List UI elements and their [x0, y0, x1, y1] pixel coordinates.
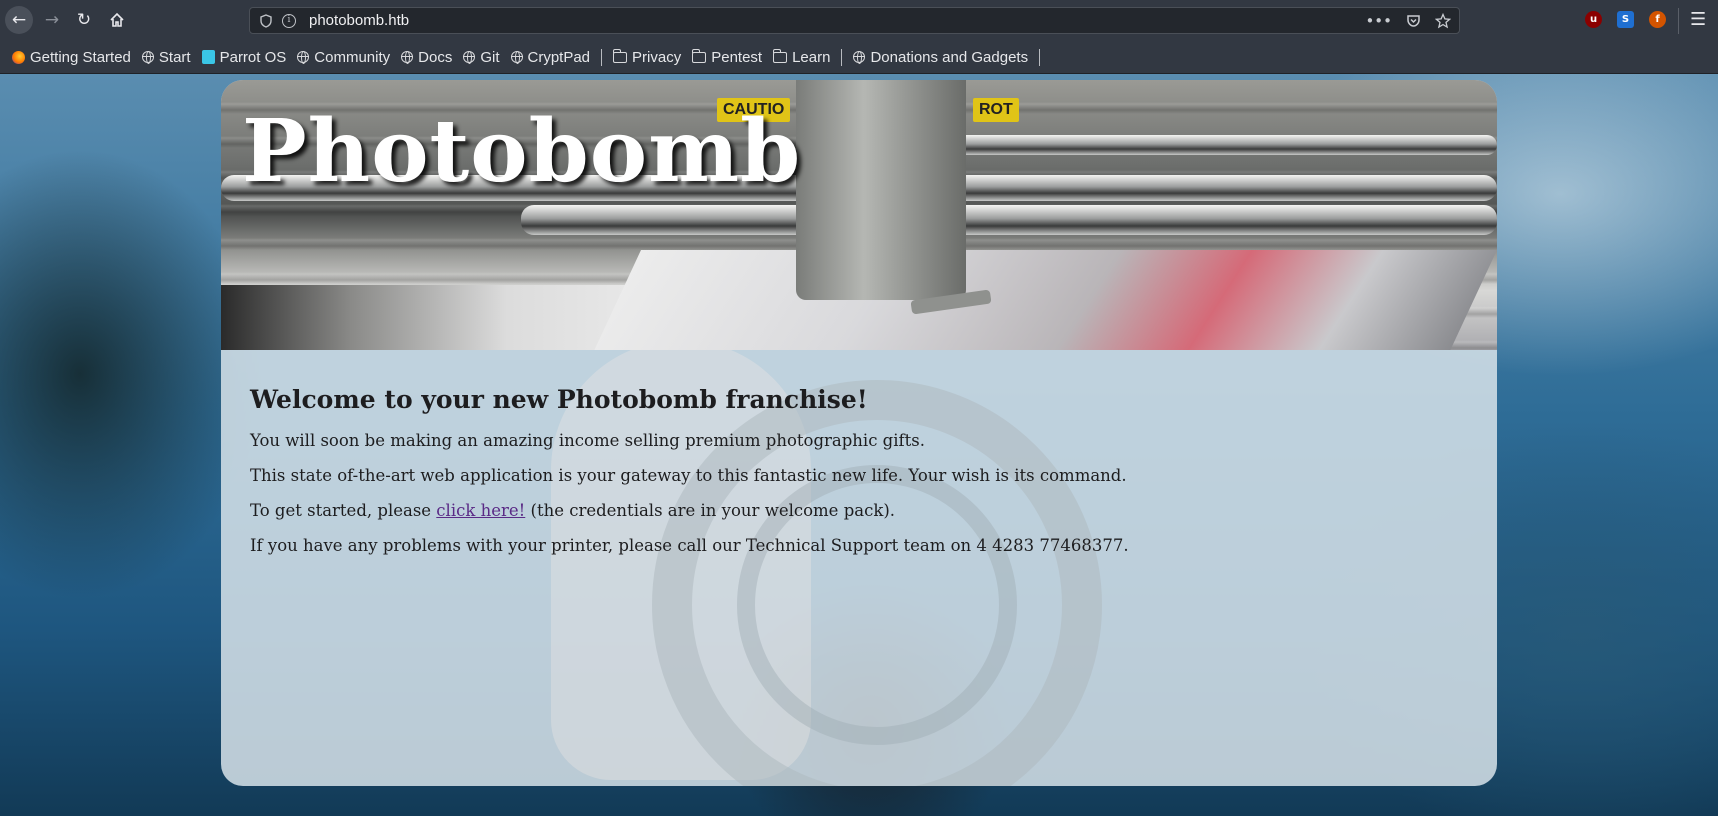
firefox-icon	[12, 50, 25, 64]
gateway-paragraph: This state of-the-art web application is…	[250, 466, 1127, 485]
bookmark-label: Donations and Gadgets	[870, 48, 1029, 66]
support-paragraph: If you have any problems with your print…	[250, 536, 1129, 555]
globe-icon	[510, 51, 523, 64]
bookmark-separator	[841, 48, 843, 66]
folder-icon	[613, 48, 628, 63]
page-actions: •••	[1365, 8, 1451, 33]
tracking-shield-icon[interactable]	[259, 13, 273, 28]
forward-button[interactable]: →	[38, 6, 66, 34]
bookmark-label: Learn	[792, 48, 831, 66]
bookmark-label: CryptPad	[527, 48, 591, 66]
main-card: CAUTIO ROT Photobomb Welcome to your new…	[221, 80, 1497, 786]
globe-icon	[853, 51, 866, 64]
globe-icon	[297, 51, 310, 64]
home-icon	[110, 12, 124, 27]
url-text[interactable]: photobomb.htb	[309, 12, 409, 29]
bookmark-folder-pentest[interactable]: Pentest	[692, 48, 763, 66]
hamburger-menu-icon[interactable]: ☰	[1690, 10, 1706, 30]
intro-paragraph: You will soon be making an amazing incom…	[250, 431, 925, 450]
bookmark-label: Docs	[418, 48, 453, 66]
parrot-icon	[201, 50, 215, 64]
folder-icon	[692, 48, 707, 63]
click-here-link[interactable]: click here!	[436, 501, 525, 520]
bookmark-start[interactable]: Start	[141, 48, 191, 66]
address-bar[interactable]: i photobomb.htb •••	[249, 7, 1460, 34]
bookmark-star-icon[interactable]	[1435, 12, 1451, 29]
foxyproxy-icon[interactable]: f	[1649, 11, 1666, 28]
bookmark-label: Pentest	[711, 48, 763, 66]
ublock-origin-icon[interactable]: u	[1585, 11, 1602, 28]
browser-toolbar: ← → ↻ i photobomb.htb ••• u S f ☰	[0, 0, 1718, 41]
page-viewport: CAUTIO ROT Photobomb Welcome to your new…	[0, 74, 1718, 816]
bookmark-community[interactable]: Community	[297, 49, 390, 66]
site-info-icon[interactable]: i	[282, 13, 296, 28]
reload-icon: ↻	[76, 10, 92, 30]
bookmark-label: Community	[314, 48, 391, 66]
bookmark-parrot-os[interactable]: Parrot OS	[201, 48, 287, 66]
bookmark-folder-learn[interactable]: Learn	[773, 48, 831, 66]
bookmark-cryptpad[interactable]: CryptPad	[510, 48, 591, 66]
bookmark-separator	[601, 48, 603, 66]
globe-icon	[463, 51, 476, 64]
banner-paper	[594, 250, 1497, 350]
back-button[interactable]: ←	[5, 6, 33, 34]
banner-roller	[921, 135, 1497, 155]
more-actions-icon[interactable]: •••	[1365, 12, 1392, 30]
printing-press-banner: CAUTIO ROT Photobomb	[221, 80, 1497, 350]
banner-roller	[521, 205, 1497, 235]
globe-icon	[141, 51, 154, 64]
get-started-text: To get started, please	[250, 501, 437, 520]
bookmark-folder-privacy[interactable]: Privacy	[613, 48, 682, 66]
bookmark-label: Getting Started	[30, 48, 131, 66]
bookmark-donations-and-gadgets[interactable]: Donations and Gadgets	[853, 49, 1028, 66]
s-extension-icon[interactable]: S	[1617, 11, 1634, 28]
bookmark-label: Parrot OS	[219, 48, 287, 66]
bookmark-getting-started[interactable]: Getting Started	[12, 49, 131, 66]
credentials-text: (the credentials are in your welcome pac…	[525, 501, 896, 520]
pocket-icon[interactable]	[1406, 13, 1421, 28]
folder-icon	[773, 48, 788, 63]
home-button[interactable]	[103, 6, 131, 34]
bookmark-label: Start	[158, 48, 191, 66]
reload-button[interactable]: ↻	[70, 6, 98, 34]
get-started-paragraph: To get started, please click here! (the …	[250, 500, 1450, 522]
bookmark-docs[interactable]: Docs	[401, 49, 452, 66]
page-title: Photobomb	[242, 101, 802, 202]
bookmarks-toolbar: Getting Started Start Parrot OS Communit…	[0, 41, 1718, 74]
arrow-right-icon: →	[44, 10, 60, 30]
bookmark-label: Privacy	[632, 48, 682, 66]
welcome-heading: Welcome to your new Photobomb franchise!	[250, 385, 868, 414]
bookmark-separator	[1039, 48, 1041, 66]
main-content: Welcome to your new Photobomb franchise!…	[250, 385, 1450, 570]
bookmark-label: Git	[480, 48, 500, 66]
banner-press-mechanism	[796, 80, 966, 300]
banner-rot-label: ROT	[973, 98, 1019, 122]
bookmark-git[interactable]: Git	[463, 48, 500, 66]
arrow-left-icon: ←	[11, 10, 27, 30]
globe-icon	[401, 51, 414, 64]
toolbar-separator	[1678, 8, 1679, 34]
